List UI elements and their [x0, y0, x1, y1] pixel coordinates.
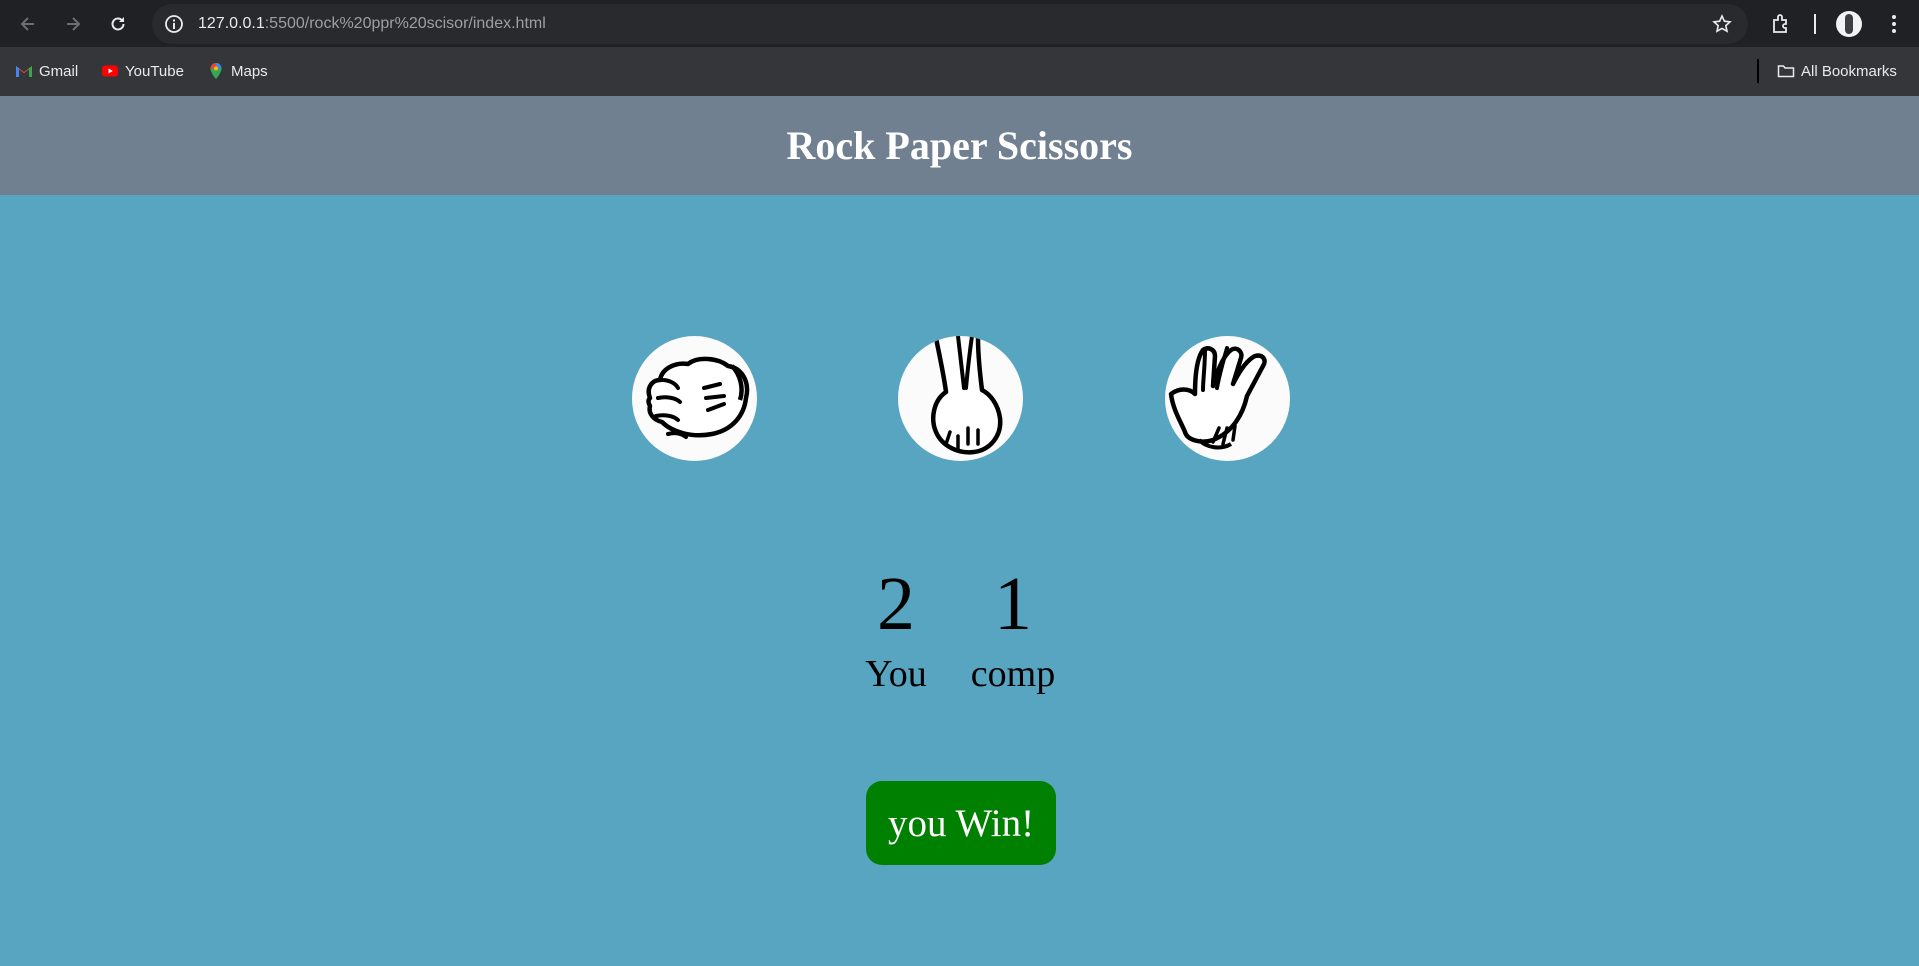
- paper-hand-icon: [931, 336, 1003, 455]
- user-score-value: 2: [877, 562, 915, 646]
- choice-scissors[interactable]: [1165, 336, 1290, 461]
- page-header: Rock Paper Scissors: [0, 96, 1919, 195]
- comp-score: 1 comp: [963, 562, 1063, 696]
- reload-icon: [111, 17, 125, 31]
- url-text[interactable]: 127.0.0.1:5500/rock%20ppr%20scisor/index…: [198, 15, 546, 33]
- all-bookmarks-button[interactable]: All Bookmarks: [1777, 62, 1897, 80]
- kebab-menu-icon[interactable]: [1882, 12, 1906, 36]
- bookmark-maps[interactable]: Maps: [207, 62, 268, 80]
- youtube-icon: [102, 65, 118, 77]
- bookmarks-separator: [1757, 59, 1759, 83]
- back-button[interactable]: [14, 10, 42, 38]
- extensions-icon[interactable]: [1770, 12, 1794, 36]
- back-arrow-icon: [20, 17, 34, 31]
- gmail-icon: [16, 66, 32, 77]
- rock-hand-icon: [646, 356, 750, 439]
- forward-button[interactable]: [59, 10, 87, 38]
- profile-avatar[interactable]: [1836, 11, 1862, 37]
- site-info-icon[interactable]: [164, 14, 184, 34]
- choice-paper[interactable]: [898, 336, 1023, 461]
- page-title: Rock Paper Scissors: [786, 123, 1133, 168]
- bookmarks-bar: Gmail YouTube Maps All Bookmarks: [0, 47, 1919, 96]
- bookmark-star-icon[interactable]: [1712, 14, 1732, 34]
- choice-rock[interactable]: [632, 336, 757, 461]
- toolbar-separator: [1814, 14, 1816, 34]
- scissors-hand-icon: [1168, 346, 1267, 450]
- address-bar[interactable]: 127.0.0.1:5500/rock%20ppr%20scisor/index…: [152, 4, 1748, 44]
- bookmark-youtube[interactable]: YouTube: [101, 62, 184, 80]
- comp-score-value: 1: [994, 562, 1032, 646]
- all-bookmarks-label: All Bookmarks: [1801, 62, 1897, 80]
- browser-toolbar: 127.0.0.1:5500/rock%20ppr%20scisor/index…: [0, 0, 1919, 47]
- url-host: 127.0.0.1: [198, 15, 265, 32]
- reload-button[interactable]: [104, 10, 132, 38]
- bookmark-gmail[interactable]: Gmail: [15, 62, 78, 80]
- comp-score-label: comp: [970, 653, 1056, 695]
- folder-icon: [1777, 65, 1795, 78]
- maps-icon: [210, 63, 222, 79]
- bookmark-label: YouTube: [125, 62, 184, 80]
- bookmark-label: Gmail: [39, 62, 79, 80]
- url-path: :5500/rock%20ppr%20scisor/index.html: [264, 15, 546, 32]
- user-score-label: You: [865, 653, 927, 695]
- result-message: you Win!: [866, 781, 1056, 865]
- forward-arrow-icon: [67, 17, 81, 31]
- user-score: 2 You: [846, 562, 946, 696]
- bookmark-label: Maps: [231, 62, 268, 80]
